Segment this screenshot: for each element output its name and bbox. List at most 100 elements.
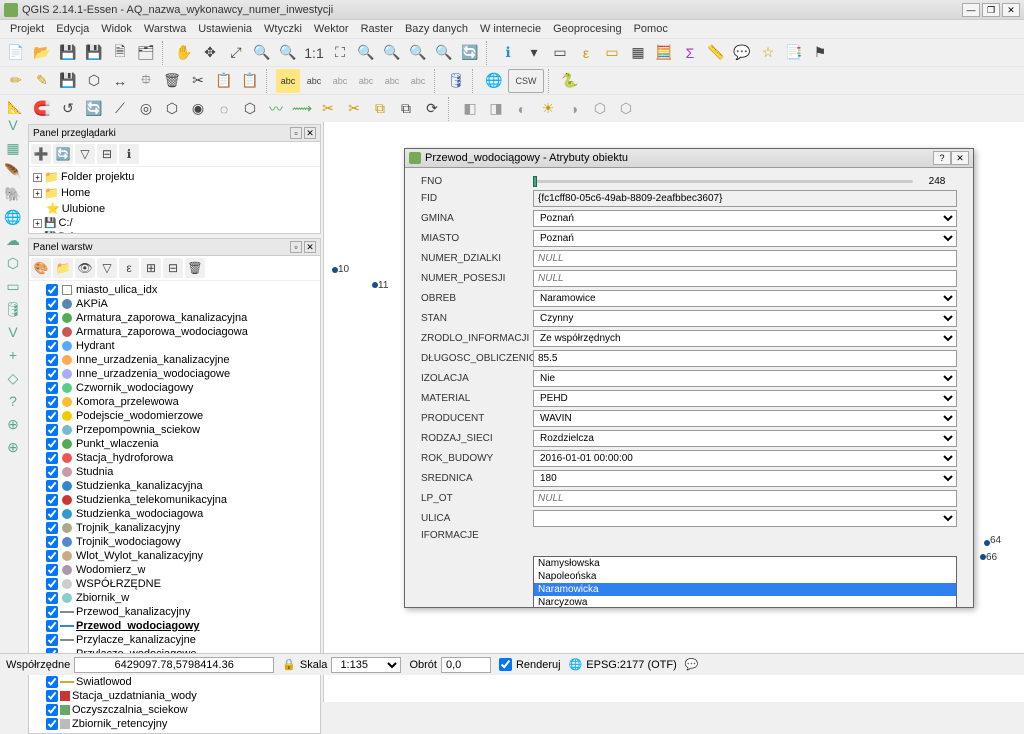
menu-w internecie[interactable]: W internecie [476, 23, 545, 35]
gps-icon[interactable]: ⊕ [2, 413, 24, 435]
menu-wtyczki[interactable]: Wtyczki [260, 23, 306, 35]
label-abc-icon[interactable]: abc [276, 69, 300, 93]
edit-pencil-icon[interactable]: ✎ [30, 69, 54, 93]
ulica-select[interactable] [533, 510, 957, 527]
ulica-option[interactable]: Napoleońska [534, 570, 956, 583]
add-csv-icon[interactable]: ▭ [2, 275, 24, 297]
dialog-close-button[interactable]: ✕ [951, 151, 969, 165]
label-abc6-icon[interactable]: abc [406, 69, 430, 93]
gps2-icon[interactable]: ⊕ [2, 436, 24, 458]
menu-warstwa[interactable]: Warstwa [140, 23, 190, 35]
lp-ot-input[interactable] [533, 490, 957, 507]
layer-item[interactable]: Armatura_zaporowa_kanalizacyjna [31, 311, 318, 325]
raster3-icon[interactable]: ◐ [510, 97, 534, 121]
add-part-icon[interactable]: ⬡ [160, 97, 184, 121]
browser-item[interactable]: +💾C:/ [31, 216, 318, 230]
layer-item[interactable]: Przepompownia_sciekow [31, 423, 318, 437]
epsg-label[interactable]: EPSG:2177 (OTF) [586, 659, 676, 671]
scale-lock-icon[interactable]: 🔒 [282, 658, 296, 671]
layer-item[interactable]: Trojnik_wodociagowy [31, 535, 318, 549]
identify-icon[interactable]: ℹ [496, 41, 520, 65]
label-abc4-icon[interactable]: abc [354, 69, 378, 93]
print-composer-icon[interactable]: 🗎 [108, 41, 132, 65]
pan-selection-icon[interactable]: ⤢ [224, 41, 248, 65]
add-wcs-icon[interactable]: ☁ [2, 229, 24, 251]
new-memory-icon[interactable]: ? [2, 390, 24, 412]
obreb-select[interactable]: Naramowice [533, 290, 957, 307]
raster1-icon[interactable]: ◧ [458, 97, 482, 121]
layer-item[interactable]: Inne_urzadzenia_wodociagowe [31, 367, 318, 381]
select-expr-icon[interactable]: ε [574, 41, 598, 65]
edit-toggle-icon[interactable]: ✏ [4, 69, 28, 93]
browser-item[interactable]: +💾D:/ [31, 230, 318, 233]
browser-panel-close-icon[interactable]: ✕ [304, 127, 316, 139]
add-spatialite-icon[interactable]: 🪶 [2, 160, 24, 182]
layer-item[interactable]: Zbiornik_w [31, 591, 318, 605]
hand-icon[interactable]: ✋ [172, 41, 196, 65]
layer-item[interactable]: Punkt_wlaczenia [31, 437, 318, 451]
label-abc3-icon[interactable]: abc [328, 69, 352, 93]
deselect-icon[interactable]: ▭ [600, 41, 624, 65]
layer-item[interactable]: Stacja_hydroforowa [31, 451, 318, 465]
fill-ring-icon[interactable]: ◉ [186, 97, 210, 121]
add-wfs-icon[interactable]: ⬡ [2, 252, 24, 274]
rotate-point-icon[interactable]: ⟳ [420, 97, 444, 121]
layer-item[interactable]: Wodomierz_w [31, 563, 318, 577]
zoom-selection-icon[interactable]: 🔍 [354, 41, 378, 65]
map-canvas[interactable]: 10 11 64 66 Przewod_wodociągowy - Atrybu… [324, 122, 1024, 702]
menu-edycja[interactable]: Edycja [52, 23, 93, 35]
layer-item[interactable]: Stacja_uzdatniania_wody [31, 689, 318, 703]
browser-item[interactable]: ⭐Ulubione [31, 201, 318, 216]
producent-select[interactable]: WAVIN [533, 410, 957, 427]
menu-projekt[interactable]: Projekt [6, 23, 48, 35]
python-icon[interactable]: 🐍 [558, 69, 582, 93]
material-select[interactable]: PEHD [533, 390, 957, 407]
add-ring-icon[interactable]: ◎ [134, 97, 158, 121]
del-part-icon[interactable]: ⬡ [238, 97, 262, 121]
messages-icon[interactable]: 💬 [685, 658, 699, 671]
menu-pomoc[interactable]: Pomoc [630, 23, 672, 35]
raster2-icon[interactable]: ◨ [484, 97, 508, 121]
save-icon[interactable]: 💾 [56, 41, 80, 65]
pan-icon[interactable]: ✥ [198, 41, 222, 65]
layer-item[interactable]: Przewod_kanalizacyjny [31, 605, 318, 619]
add-postgis-icon[interactable]: 🐘 [2, 183, 24, 205]
label-abc5-icon[interactable]: abc [380, 69, 404, 93]
layer-item[interactable]: miasto_ulica_idx [31, 283, 318, 297]
save-as-icon[interactable]: 💾 [82, 41, 106, 65]
ulica-dropdown[interactable]: NamysłowskaNapoleońskaNaramowickaNarcyzo… [533, 556, 957, 607]
layer-item[interactable]: Trojnik_kanalizacyjny [31, 521, 318, 535]
rot-input[interactable] [441, 657, 491, 673]
izolacja-select[interactable]: Nie [533, 370, 957, 387]
select-icon[interactable]: ▭ [548, 41, 572, 65]
numer-posesji-input[interactable] [533, 270, 957, 287]
gmina-select[interactable]: Poznań [533, 210, 957, 227]
layer-item[interactable]: Czwornik_wodociagowy [31, 381, 318, 395]
merge-icon[interactable]: ⧉ [368, 97, 392, 121]
zoom-in-icon[interactable]: 🔍 [250, 41, 274, 65]
layer-visibility-icon[interactable]: 👁 [75, 258, 95, 278]
attribute-table-icon[interactable]: ▦ [626, 41, 650, 65]
raster6-icon[interactable]: ⬡ [588, 97, 612, 121]
toolbox-icon[interactable]: ⚑ [808, 41, 832, 65]
layer-remove-icon[interactable]: 🗑 [185, 258, 205, 278]
layer-item[interactable]: Armatura_zaporowa_wodociagowa [31, 325, 318, 339]
layer-expr-icon[interactable]: ε [119, 258, 139, 278]
layer-item[interactable]: Inne_urzadzenia_kanalizacyjne [31, 353, 318, 367]
new-project-icon[interactable]: 📄 [4, 41, 28, 65]
layer-group-icon[interactable]: 📁 [53, 258, 73, 278]
del-ring-icon[interactable]: ◌ [212, 97, 236, 121]
menu-ustawienia[interactable]: Ustawienia [194, 23, 256, 35]
zoom-full-icon[interactable]: ⛶ [328, 41, 352, 65]
db-manager-icon[interactable]: 🛢 [444, 69, 468, 93]
ulica-option[interactable]: Namysłowska [534, 557, 956, 570]
zoom-next-icon[interactable]: 🔍 [432, 41, 456, 65]
rotate-icon[interactable]: 🔄 [82, 97, 106, 121]
render-checkbox[interactable] [499, 658, 512, 671]
raster7-icon[interactable]: ⬡ [614, 97, 638, 121]
offset-icon[interactable]: ⟿ [290, 97, 314, 121]
bookmark-new-icon[interactable]: ☆ [756, 41, 780, 65]
stats-icon[interactable]: Σ [678, 41, 702, 65]
zrodlo-select[interactable]: Ze współrzędnych [533, 330, 957, 347]
layer-item[interactable]: Zbiornik_retencyjny [31, 717, 318, 731]
